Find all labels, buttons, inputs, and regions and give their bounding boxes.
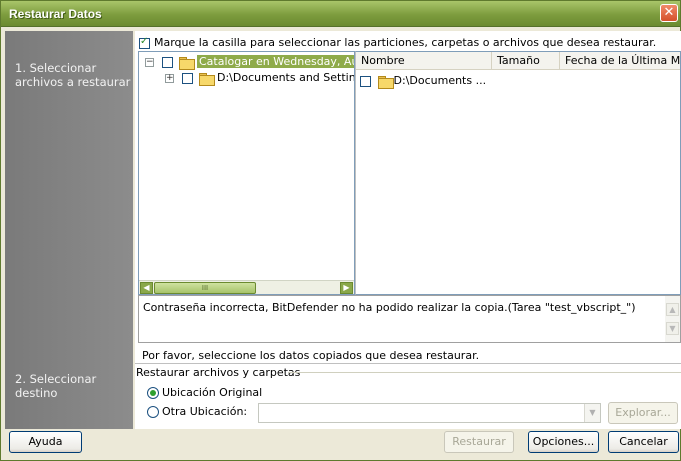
scroll-down-icon[interactable]: ▼ bbox=[666, 322, 679, 335]
other-location-label: Otra Ubicación: bbox=[162, 405, 248, 418]
list-item[interactable]: D:\Documents ... bbox=[360, 73, 486, 89]
other-location-option[interactable]: Otra Ubicación: bbox=[147, 405, 247, 418]
file-list-header: Nombre Tamaño Fecha de la Última M... bbox=[356, 52, 680, 70]
step-select-files: 1. Seleccionar archivos a restaurar bbox=[15, 61, 131, 89]
collapse-icon[interactable]: − bbox=[145, 57, 154, 67]
instruction-text: Marque la casilla para seleccionar las p… bbox=[154, 36, 657, 49]
expand-icon[interactable]: + bbox=[165, 73, 174, 83]
column-name[interactable]: Nombre bbox=[356, 52, 492, 70]
instruction-checkbox[interactable] bbox=[139, 36, 150, 49]
backup-tree: − Catalogar en Wednesday, August + D:\Do… bbox=[138, 51, 355, 295]
wizard-sidebar: 1. Seleccionar archivos a restaurar 2. S… bbox=[5, 31, 133, 429]
options-button[interactable]: Opciones... bbox=[528, 431, 599, 453]
folder-icon bbox=[199, 72, 215, 86]
browse-button[interactable]: Explorar... bbox=[608, 402, 678, 424]
original-location-label: Ubicación Original bbox=[162, 386, 263, 399]
chevron-down-icon[interactable]: ▼ bbox=[584, 404, 600, 422]
file-list: Nombre Tamaño Fecha de la Última M... D:… bbox=[355, 51, 681, 295]
status-message: Por favor, seleccione los datos copiados… bbox=[142, 349, 480, 362]
log-text: Contraseña incorrecta, BitDefender no ha… bbox=[143, 301, 636, 314]
scroll-right-icon[interactable]: ▶ bbox=[340, 282, 353, 294]
tree-horizontal-scrollbar[interactable]: ◀ III ▶ bbox=[139, 280, 354, 294]
other-location-radio[interactable] bbox=[147, 406, 159, 418]
close-button[interactable]: ✕ bbox=[660, 4, 678, 22]
column-modified[interactable]: Fecha de la Última M... bbox=[560, 52, 680, 70]
scroll-up-icon[interactable]: ▲ bbox=[666, 303, 679, 316]
tree-item-label: D:\Documents and Settings\Ad bbox=[217, 71, 354, 84]
window-title: Restaurar Datos bbox=[9, 7, 102, 21]
destination-path-input[interactable] bbox=[258, 403, 601, 423]
restore-button[interactable]: Restaurar bbox=[444, 431, 514, 453]
divider bbox=[135, 363, 681, 364]
destination-group-label: Restaurar archivos y carpetas bbox=[136, 366, 301, 379]
instruction-row: Marque la casilla para seleccionar las p… bbox=[139, 36, 656, 49]
folder-open-icon bbox=[179, 56, 195, 70]
tree-item[interactable]: − Catalogar en Wednesday, August bbox=[145, 54, 354, 70]
cancel-button[interactable]: Cancelar bbox=[608, 431, 679, 453]
folder-icon bbox=[377, 75, 394, 89]
log-textbox[interactable]: Contraseña incorrecta, BitDefender no ha… bbox=[138, 295, 681, 343]
restore-dialog: Restaurar Datos ✕ 1. Seleccionar archivo… bbox=[0, 0, 681, 461]
original-location-option[interactable]: Ubicación Original bbox=[147, 386, 262, 399]
original-location-radio[interactable] bbox=[147, 387, 159, 399]
help-button[interactable]: Ayuda bbox=[9, 431, 82, 453]
main-panel: Marque la casilla para seleccionar las p… bbox=[135, 31, 681, 429]
close-icon: ✕ bbox=[663, 5, 675, 20]
list-item-checkbox[interactable] bbox=[360, 75, 371, 87]
tree-item-label: Catalogar en Wednesday, August bbox=[197, 55, 354, 68]
column-size[interactable]: Tamaño bbox=[492, 52, 560, 70]
log-vertical-scrollbar[interactable]: ▲ ▼ bbox=[665, 296, 680, 342]
list-item-name: D:\Documents ... bbox=[393, 74, 487, 87]
scroll-thumb[interactable]: III bbox=[154, 282, 256, 294]
title-bar[interactable]: Restaurar Datos ✕ bbox=[1, 1, 680, 27]
step-select-destination: 2. Seleccionar destino bbox=[15, 372, 97, 400]
tree-item[interactable]: + D:\Documents and Settings\Ad bbox=[165, 70, 354, 86]
group-divider bbox=[288, 372, 681, 373]
tree-item-checkbox[interactable] bbox=[181, 72, 193, 84]
scroll-left-icon[interactable]: ◀ bbox=[140, 282, 153, 294]
tree-item-checkbox[interactable] bbox=[161, 56, 173, 68]
